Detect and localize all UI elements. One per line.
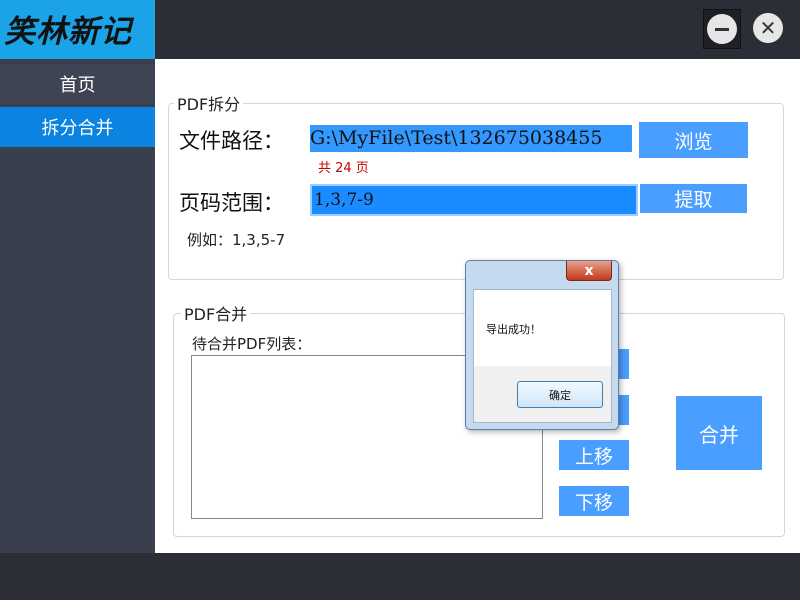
move-down-button[interactable]: 下移 xyxy=(559,486,629,516)
close-circle-icon: ✕ xyxy=(753,13,783,43)
dialog-body: 导出成功！ 确定 xyxy=(473,289,612,423)
close-button[interactable]: ✕ xyxy=(750,9,786,47)
sidebar: 首页 拆分合并 xyxy=(0,59,155,553)
page-count: 共 24 页 xyxy=(318,161,369,176)
minimize-button[interactable] xyxy=(703,9,741,49)
move-up-button[interactable]: 上移 xyxy=(559,440,629,470)
split-group-title: PDF拆分 xyxy=(174,91,244,115)
range-label: 页码范围： xyxy=(179,191,284,215)
dialog-close-button[interactable]: x xyxy=(566,261,612,281)
sidebar-item-home[interactable]: 首页 xyxy=(0,64,155,104)
logo: 笑林新记 xyxy=(0,0,155,59)
dialog-ok-button[interactable]: 确定 xyxy=(517,381,603,408)
range-example: 例如：1,3,5-7 xyxy=(187,231,286,249)
extract-button[interactable]: 提取 xyxy=(640,184,747,213)
path-label: 文件路径： xyxy=(179,129,284,153)
logo-text: 笑林新记 xyxy=(4,14,132,50)
dialog-message-area: 导出成功！ xyxy=(474,290,611,366)
title-bar: 笑林新记 ✕ xyxy=(0,0,800,59)
path-field[interactable]: G:\MyFile\Test\132675038455 xyxy=(310,125,632,152)
merge-list-label: 待合并PDF列表： xyxy=(192,335,312,353)
dialog-message: 导出成功！ xyxy=(486,323,541,336)
status-bar xyxy=(0,553,800,600)
merge-button[interactable]: 合并 xyxy=(676,396,762,470)
page-range-input[interactable]: 1,3,7-9 xyxy=(310,184,638,216)
merge-group-title: PDF合并 xyxy=(181,301,251,325)
minus-circle-icon xyxy=(707,14,737,44)
browse-button[interactable]: 浏览 xyxy=(639,122,748,158)
message-dialog: x 导出成功！ 确定 xyxy=(465,260,619,430)
sidebar-item-split-merge[interactable]: 拆分合并 xyxy=(0,107,155,147)
